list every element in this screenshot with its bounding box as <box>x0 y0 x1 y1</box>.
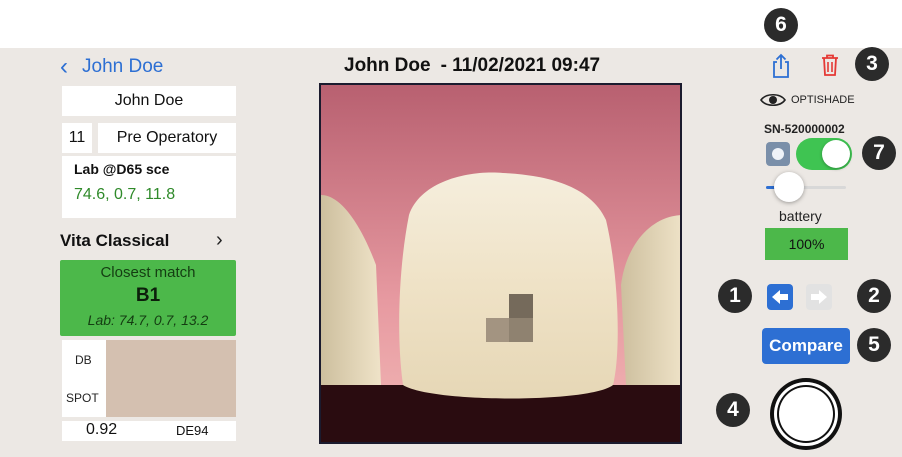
slider-knob[interactable] <box>774 172 804 202</box>
lab-values-card: Lab @D65 sce 74.6, 0.7, 11.8 <box>62 156 236 218</box>
callout-badge-7: 7 <box>862 136 896 170</box>
title-name: John Doe <box>344 55 431 76</box>
callout-badge-1: 1 <box>718 279 752 313</box>
shade-swatch <box>106 340 236 417</box>
callout-badge-4: 4 <box>716 393 750 427</box>
brand-logo: OPTISHADE <box>760 92 855 108</box>
closest-match-card: Closest match B1 Lab: 74.7, 0.7, 13.2 <box>60 260 236 336</box>
chevron-left-icon: ‹ <box>60 53 68 80</box>
callout-badge-5: 5 <box>857 328 891 362</box>
page-title: John Doe - 11/02/2021 09:47 <box>344 55 600 77</box>
eye-icon <box>760 93 786 107</box>
spot-label: SPOT <box>66 391 99 405</box>
compare-button[interactable]: Compare <box>762 328 850 364</box>
serial-number: SN-520000002 <box>764 122 845 136</box>
closest-match-shade: B1 <box>135 285 161 306</box>
delta-e-value: 0.92 <box>86 421 118 438</box>
callout-badge-6: 6 <box>764 8 798 42</box>
back-label: John Doe <box>82 56 164 77</box>
title-datetime: - 11/02/2021 09:47 <box>440 55 601 76</box>
patient-name: John Doe <box>114 92 184 109</box>
closest-match-lab: Lab: 74.7, 0.7, 13.2 <box>87 312 209 328</box>
callout-badge-3: 3 <box>855 47 889 81</box>
stage-label: Pre Operatory <box>116 129 218 146</box>
back-button[interactable]: ‹ John Doe <box>60 55 163 79</box>
brand-name: OPTISHADE <box>791 94 855 106</box>
battery-indicator: 100% <box>765 228 848 260</box>
compare-label: Compare <box>769 336 843 355</box>
shutter-icon[interactable] <box>762 376 850 452</box>
lab-value: 74.6, 0.7, 11.8 <box>74 186 176 203</box>
arrow-right-icon[interactable] <box>806 284 832 310</box>
camera-icon[interactable] <box>766 142 790 166</box>
closest-match-heading: Closest match <box>100 264 196 281</box>
chevron-right-icon[interactable]: › <box>216 229 223 252</box>
trash-icon[interactable] <box>820 53 840 77</box>
patient-name-field[interactable]: John Doe <box>62 86 236 116</box>
battery-value: 100% <box>788 236 825 252</box>
callout-badge-2: 2 <box>857 279 891 313</box>
tooth-number-field[interactable]: 11 <box>62 123 92 153</box>
swatch-label-area <box>62 340 106 417</box>
tooth-photo[interactable] <box>319 83 682 444</box>
arrow-left-icon[interactable] <box>767 284 793 310</box>
device-toggle[interactable] <box>796 138 852 170</box>
share-icon[interactable] <box>771 53 791 79</box>
stage-field[interactable]: Pre Operatory <box>98 123 236 153</box>
battery-label: battery <box>779 208 822 224</box>
lab-title: Lab @D65 sce <box>74 161 170 177</box>
toggle-knob <box>822 140 850 168</box>
db-label: DB <box>75 353 92 367</box>
tooth-number: 11 <box>68 129 86 146</box>
shade-guide-label[interactable]: Vita Classical <box>60 231 169 251</box>
delta-e-label: DE94 <box>176 423 209 438</box>
